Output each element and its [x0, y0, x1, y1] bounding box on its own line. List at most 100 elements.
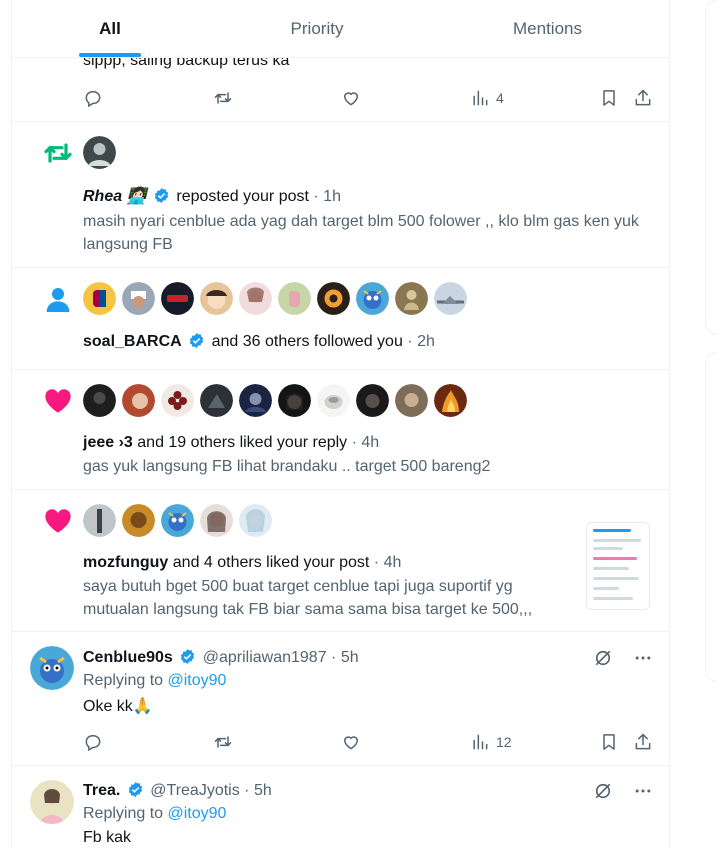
- avatar[interactable]: [200, 504, 233, 537]
- reply-icon: [85, 735, 101, 752]
- reply1-mention-link[interactable]: @itoy90: [168, 672, 227, 689]
- reply2-mention-link[interactable]: @itoy90: [168, 805, 227, 822]
- notification-like-reply[interactable]: jeee ›3 and 19 others liked your reply ·…: [12, 370, 669, 490]
- like-post-time: · 4h: [373, 554, 402, 571]
- repost-avatars: [83, 136, 116, 169]
- reply2-time: · 5h: [244, 782, 272, 799]
- reply2-handle[interactable]: @TreaJyotis: [150, 782, 239, 799]
- more-icon[interactable]: [633, 648, 653, 668]
- follow-user[interactable]: soal_BARCA: [83, 333, 182, 350]
- notification-repost[interactable]: Rhea 👩🏻‍💻 reposted your post · 1h masih …: [12, 122, 669, 268]
- tab-priority[interactable]: Priority: [208, 0, 426, 57]
- avatar[interactable]: [30, 780, 74, 824]
- notification-reply-cenblue[interactable]: Cenblue90s @apriliawan1987 · 5h Replying…: [12, 632, 669, 766]
- avatar[interactable]: [434, 282, 467, 315]
- avatar[interactable]: [356, 282, 389, 315]
- bookmark-button[interactable]: [599, 86, 619, 110]
- bookmark-icon: [603, 734, 615, 750]
- reply1-replying-label: Replying to: [83, 672, 164, 689]
- avatar[interactable]: [122, 384, 155, 417]
- reply1-handle[interactable]: @apriliawan1987: [203, 649, 327, 666]
- retweet-button[interactable]: [213, 730, 233, 754]
- avatar[interactable]: [83, 282, 116, 315]
- notification-top-reply[interactable]: sippp, saling backup terus ka 4: [12, 52, 669, 122]
- avatar[interactable]: [122, 504, 155, 537]
- share-icon: [635, 733, 651, 750]
- reply2-header-actions: [593, 781, 653, 801]
- share-button[interactable]: [633, 86, 653, 110]
- like-icon: [343, 736, 359, 750]
- reply2-replying: Replying to @itoy90: [83, 805, 226, 823]
- views-button[interactable]: 4: [470, 86, 504, 110]
- heart-icon: [45, 509, 71, 533]
- like-post-action: and 4 others liked your post: [172, 554, 370, 571]
- verified-icon: [189, 333, 204, 348]
- notifications-column: All Priority Mentions sippp, saling back…: [11, 0, 670, 848]
- reply1-name[interactable]: Cenblue90s: [83, 649, 173, 666]
- views-icon: [473, 90, 488, 106]
- more-icon[interactable]: [633, 781, 653, 801]
- retweet-icon: [214, 736, 232, 748]
- avatar[interactable]: [395, 282, 428, 315]
- like-reply-user[interactable]: jeee ›3: [83, 434, 133, 451]
- avatar[interactable]: [200, 282, 233, 315]
- avatar[interactable]: [161, 282, 194, 315]
- repost-user[interactable]: Rhea 👩🏻‍💻: [83, 188, 147, 205]
- avatar[interactable]: [278, 282, 311, 315]
- like-post-user[interactable]: mozfunguy: [83, 554, 168, 571]
- share-button[interactable]: [633, 730, 653, 754]
- avatar[interactable]: [83, 384, 116, 417]
- avatar[interactable]: [434, 384, 467, 417]
- avatar[interactable]: [161, 504, 194, 537]
- tab-all[interactable]: All: [12, 0, 208, 57]
- retweet-button[interactable]: [213, 86, 233, 110]
- avatar[interactable]: [161, 384, 194, 417]
- retweet-icon: [214, 92, 232, 104]
- reply1-header-actions: [593, 648, 653, 668]
- avatar[interactable]: [239, 504, 272, 537]
- avatar[interactable]: [30, 646, 74, 690]
- views-button[interactable]: 12: [470, 730, 512, 754]
- like-icon: [343, 92, 359, 106]
- notification-like-post[interactable]: mozfunguy and 4 others liked your post ·…: [12, 490, 669, 632]
- avatar[interactable]: [317, 384, 350, 417]
- avatar[interactable]: [122, 282, 155, 315]
- avatar[interactable]: [200, 384, 233, 417]
- retweet-icon: [44, 143, 72, 163]
- notification-follow[interactable]: soal_BARCA and 36 others followed you · …: [12, 268, 669, 370]
- reply2-text: Fb kak: [83, 829, 132, 846]
- like-post-text: saya butuh bget 500 buat target cenblue …: [83, 578, 533, 618]
- avatar[interactable]: [83, 504, 116, 537]
- bookmark-icon: [603, 90, 615, 106]
- verified-icon: [154, 188, 169, 203]
- reply-button[interactable]: [83, 86, 103, 110]
- bookmark-button[interactable]: [599, 730, 619, 754]
- avatar[interactable]: [239, 384, 272, 417]
- verified-icon: [181, 649, 195, 664]
- avatar[interactable]: [239, 282, 272, 315]
- avatar[interactable]: [278, 384, 311, 417]
- reply2-name[interactable]: Trea.: [83, 782, 120, 799]
- top-reply-actions: 4: [83, 86, 651, 110]
- reply2-header: Trea. @TreaJyotis · 5h: [83, 781, 272, 800]
- reply-button[interactable]: [83, 730, 103, 754]
- avatar[interactable]: [356, 384, 389, 417]
- follow-person-icon: [46, 288, 70, 312]
- grok-icon[interactable]: [593, 648, 613, 668]
- like-button[interactable]: [341, 730, 361, 754]
- like-button[interactable]: [341, 86, 361, 110]
- tab-mentions[interactable]: Mentions: [426, 0, 669, 57]
- like-post-line: mozfunguy and 4 others liked your post ·…: [83, 554, 401, 572]
- reply-icon: [85, 91, 101, 108]
- follow-line: soal_BARCA and 36 others followed you · …: [83, 332, 435, 351]
- like-post-avatars: [83, 504, 272, 537]
- avatar[interactable]: [83, 136, 116, 169]
- notification-reply-trea[interactable]: Trea. @TreaJyotis · 5h Replying to @itoy…: [12, 766, 669, 848]
- grok-icon[interactable]: [593, 781, 613, 801]
- reply1-header: Cenblue90s @apriliawan1987 · 5h: [83, 648, 359, 667]
- avatar[interactable]: [395, 384, 428, 417]
- post-thumbnail[interactable]: [586, 522, 650, 610]
- reply1-actions: 12: [83, 730, 651, 754]
- like-reply-time: · 4h: [351, 434, 380, 451]
- avatar[interactable]: [317, 282, 350, 315]
